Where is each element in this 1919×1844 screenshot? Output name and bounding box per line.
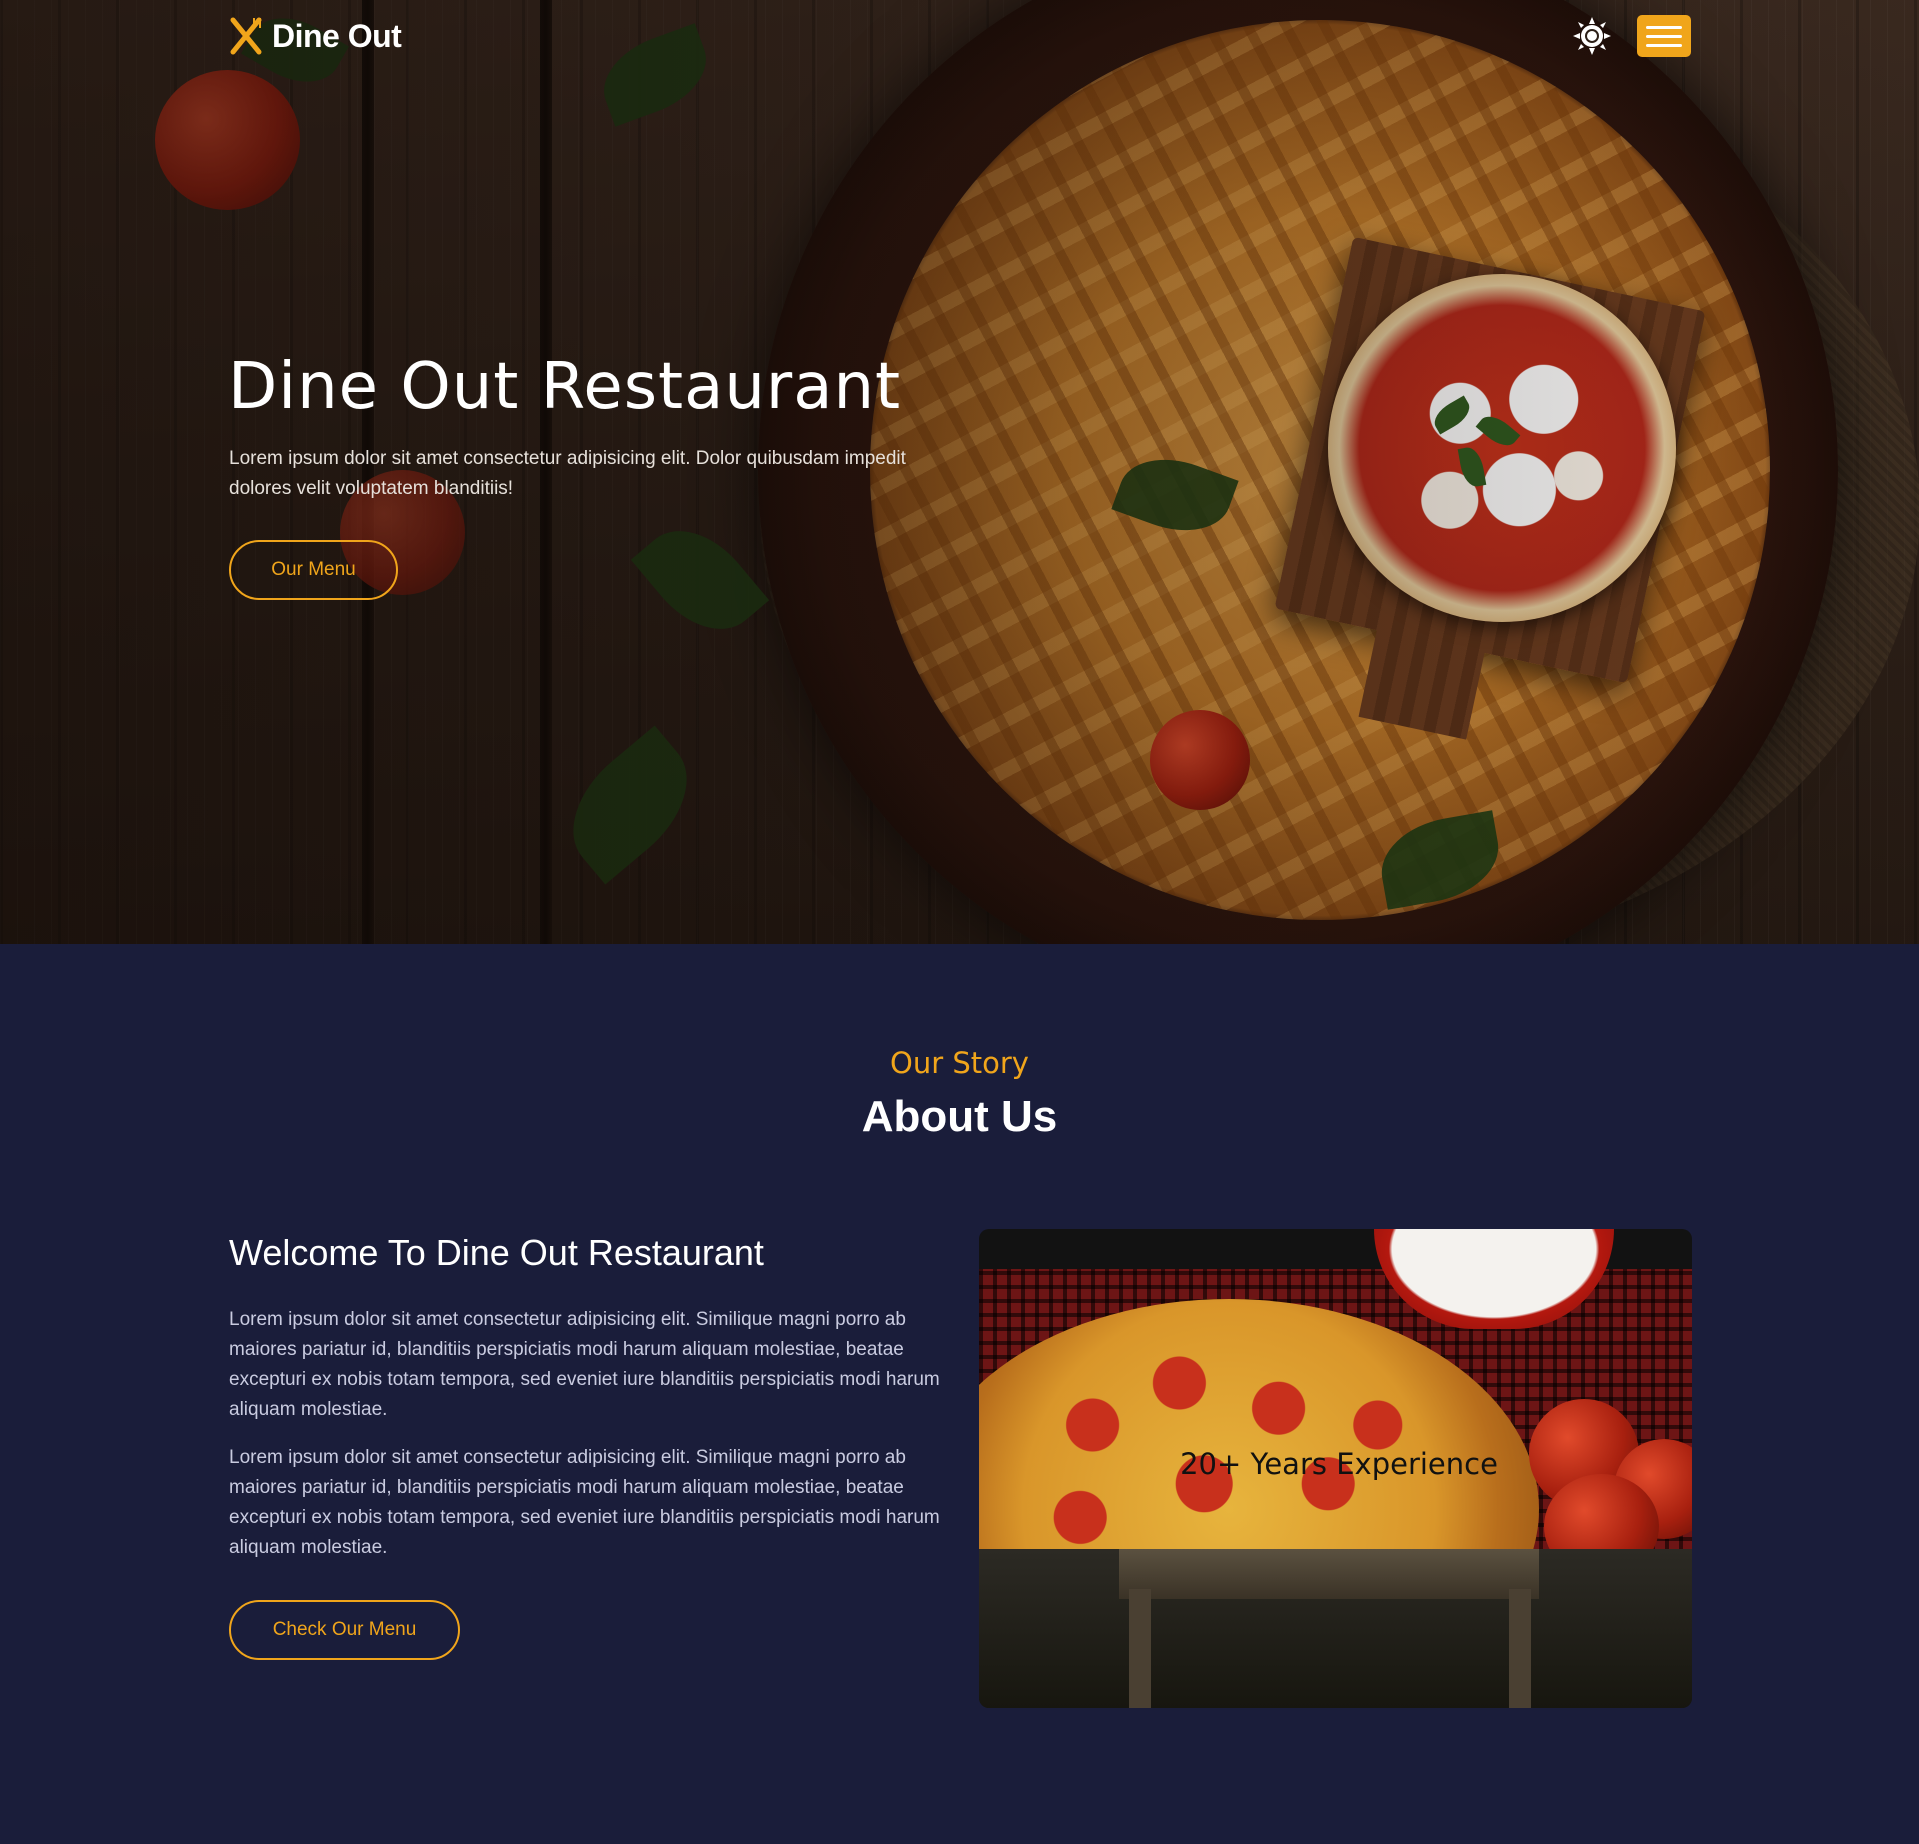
table-image (1119, 1549, 1539, 1599)
table-leg (1509, 1589, 1531, 1708)
experience-label: 20+ Years Experience (1180, 1447, 1498, 1481)
about-paragraph: Lorem ipsum dolor sit amet consectetur a… (229, 1447, 940, 1558)
table-leg (1129, 1589, 1151, 1708)
brand-logo[interactable]: Dine Out (228, 16, 402, 56)
hero-title: Dine Out Restaurant (228, 350, 902, 424)
check-our-menu-button[interactable]: Check Our Menu (229, 1600, 460, 1660)
hero-section: Dine Out Dine Out Restaurant Lorem ipsum… (0, 0, 1919, 944)
hamburger-menu-button[interactable] (1637, 15, 1691, 57)
fork-knife-icon (228, 16, 264, 56)
sun-icon (1572, 17, 1612, 60)
our-menu-button[interactable]: Our Menu (229, 540, 398, 600)
theme-toggle-button[interactable] (1572, 16, 1612, 56)
section-eyebrow: Our Story (890, 1046, 1029, 1080)
brand-name: Dine Out (272, 17, 402, 54)
section-title: About Us (861, 1092, 1058, 1141)
about-image: 20+ Years Experience (979, 1229, 1692, 1708)
about-paragraph: Lorem ipsum dolor sit amet consectetur a… (229, 1309, 940, 1420)
hamburger-line (1646, 34, 1682, 38)
hamburger-line (1646, 25, 1682, 29)
hamburger-line (1646, 43, 1682, 47)
about-heading: Welcome To Dine Out Restaurant (229, 1232, 764, 1273)
hero-description: Lorem ipsum dolor sit amet consectetur a… (229, 448, 906, 499)
